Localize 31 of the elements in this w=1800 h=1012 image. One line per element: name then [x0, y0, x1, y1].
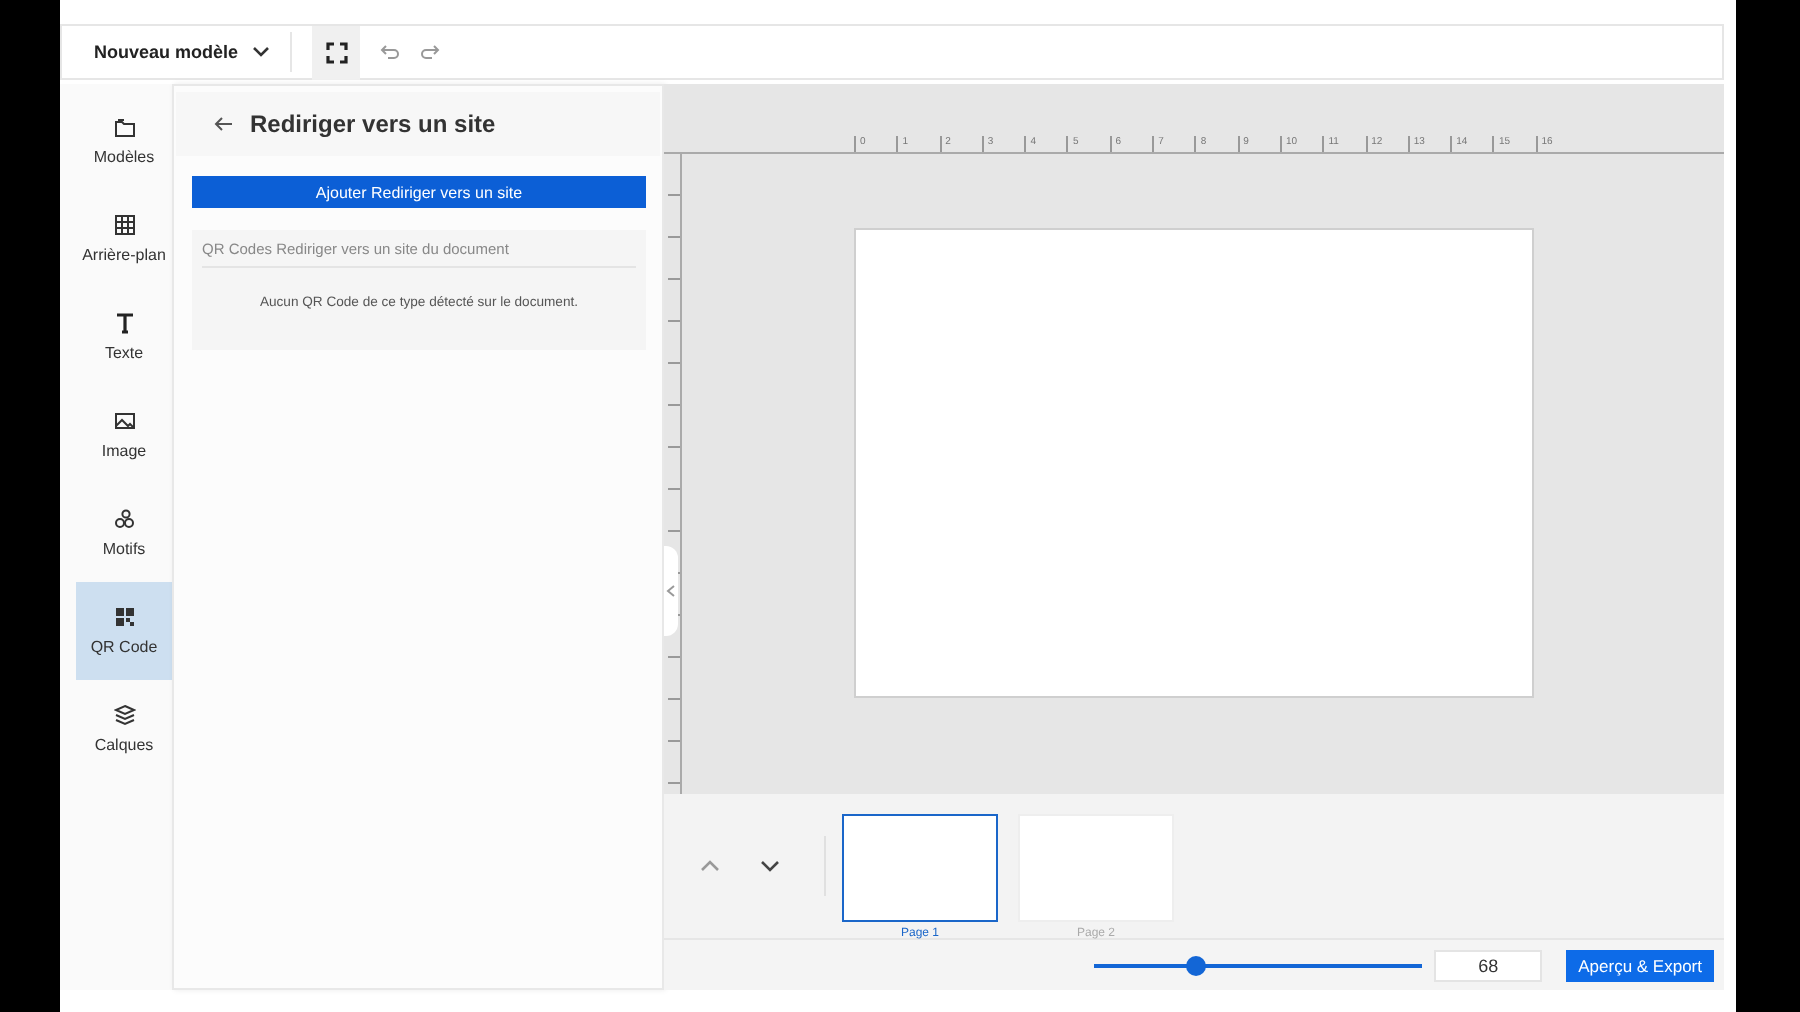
fullscreen-button[interactable] [312, 25, 361, 79]
grid-icon [113, 214, 135, 236]
redo-icon[interactable] [420, 44, 441, 60]
qr-code-icon [113, 606, 135, 628]
export-button[interactable]: Aperçu & Export [1566, 949, 1714, 981]
sidebar-item[interactable]: Arrière-plan [76, 190, 172, 288]
template-dropdown[interactable]: Nouveau modèle [62, 42, 271, 62]
shapes-icon [113, 508, 135, 530]
page-thumbnail[interactable] [842, 813, 998, 921]
sidebar-item[interactable]: Calques [76, 680, 172, 778]
panel-title: Rediriger vers un site [250, 110, 496, 138]
back-arrow-icon[interactable] [214, 116, 232, 132]
chevron-down-icon[interactable] [760, 860, 780, 872]
undo-icon[interactable] [380, 44, 401, 60]
sidebar-item[interactable]: Texte [76, 288, 172, 386]
sidebar-item[interactable]: QR Code [76, 582, 172, 680]
chevron-up-icon[interactable] [700, 860, 720, 872]
chevron-left-icon [666, 584, 676, 598]
image-icon [113, 410, 135, 432]
sidebar-item[interactable]: Motifs [76, 484, 172, 582]
zoom-slider[interactable] [1094, 955, 1423, 975]
fullscreen-icon [325, 41, 348, 63]
add-redirect-button[interactable]: Ajouter Rediriger vers un site [192, 176, 646, 208]
sidebar-item[interactable]: Image [76, 386, 172, 484]
text-icon [113, 312, 135, 334]
layers-icon [113, 704, 135, 726]
slider-thumb[interactable] [1185, 955, 1206, 975]
sidebar-item[interactable]: Modèles [76, 92, 172, 190]
chevron-down-icon [252, 46, 271, 58]
folders-icon [113, 116, 135, 138]
zoom-field[interactable]: 68 [1434, 949, 1543, 981]
